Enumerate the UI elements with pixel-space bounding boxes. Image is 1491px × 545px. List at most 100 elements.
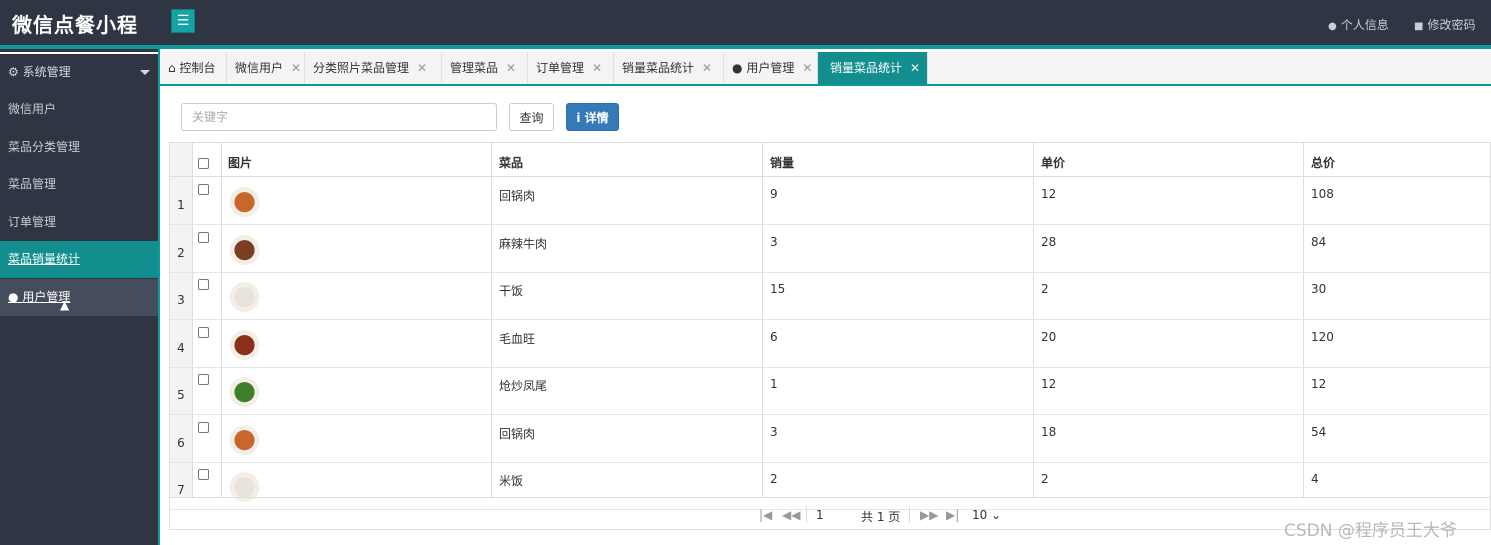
close-icon[interactable]: ✕	[417, 61, 427, 75]
sidebar-item-user-management[interactable]: ● 用户管理	[0, 279, 158, 316]
user-icon: ●	[732, 61, 743, 75]
table-header: 图片 菜品 销量 单价 总价	[170, 143, 1491, 177]
tab-sales-stats-active[interactable]: 销量菜品统计 ✕	[818, 52, 928, 84]
row-number: 2	[177, 245, 185, 260]
gear-icon: ⚙	[8, 65, 19, 79]
mouse-cursor-icon: ▲	[60, 298, 70, 312]
profile-link[interactable]: ● 个人信息	[1328, 16, 1389, 33]
dish-name: 干饭	[499, 284, 524, 298]
unit-price: 2	[1041, 282, 1049, 296]
watermark: CSDN @程序员王大爷	[1284, 521, 1457, 541]
unit-price: 12	[1041, 377, 1057, 391]
close-icon[interactable]: ✕	[702, 61, 712, 75]
table-row[interactable]: 6 回锅肉 3 18 54	[170, 415, 1491, 463]
sales-count: 3	[770, 424, 778, 439]
dish-thumbnail	[228, 184, 261, 217]
total-price: 120	[1311, 329, 1334, 344]
chevron-down-icon	[140, 70, 150, 75]
page-total: 共 1 页	[861, 510, 901, 524]
dish-thumbnail	[228, 231, 261, 265]
keyword-search-input[interactable]	[181, 103, 497, 131]
sales-count: 6	[770, 329, 778, 344]
table-row[interactable]: 5 炝炒凤尾 1 12 12	[170, 367, 1491, 415]
col-header-price[interactable]: 单价	[1041, 143, 1065, 177]
header-accent-bar	[0, 45, 1491, 49]
dish-name: 炝炒凤尾	[499, 379, 548, 393]
tab-manage-dishes[interactable]: 管理菜品 ✕	[442, 52, 528, 84]
close-icon[interactable]: ✕	[506, 61, 516, 75]
tab-orders[interactable]: 订单管理 ✕	[528, 52, 614, 84]
row-number: 6	[177, 435, 185, 450]
change-password-link[interactable]: ■ 修改密码	[1414, 16, 1475, 33]
query-button[interactable]: 查询	[509, 103, 554, 131]
sidebar-item-dish-category[interactable]: 菜品分类管理	[0, 129, 158, 166]
first-page-icon[interactable]: |◀	[759, 508, 772, 522]
sales-count: 9	[770, 187, 778, 201]
dish-thumbnail	[228, 279, 261, 312]
sidebar-item-sales-stats[interactable]: 菜品销量统计	[0, 241, 158, 278]
dish-thumbnail	[228, 421, 261, 455]
top-header: 微信点餐小程 ☰ ● 个人信息 ■ 修改密码	[0, 0, 1491, 45]
last-page-icon[interactable]: ▶|	[946, 508, 959, 522]
chevron-down-icon: ⌄	[991, 508, 1002, 522]
tab-user-management[interactable]: ● 用户管理 ✕	[724, 52, 818, 84]
menu-toggle-icon[interactable]: ☰	[171, 9, 195, 33]
total-price: 30	[1311, 282, 1327, 296]
table-row[interactable]: 3 干饭 15 2 30	[170, 272, 1491, 320]
page-number-input[interactable]	[816, 506, 856, 524]
page-size-select[interactable]: 10 ⌄	[972, 508, 1001, 522]
row-checkbox[interactable]	[198, 374, 209, 385]
dish-name: 毛血旺	[499, 331, 536, 346]
dish-name: 回锅肉	[499, 189, 536, 203]
tab-wechat-users[interactable]: 微信用户 ✕	[227, 52, 305, 84]
row-checkbox[interactable]	[198, 421, 209, 433]
table-row[interactable]: 2 麻辣牛肉 3 28 84	[170, 225, 1491, 273]
row-checkbox[interactable]	[198, 231, 209, 243]
col-header-dish[interactable]: 菜品	[499, 143, 523, 177]
close-icon[interactable]: ✕	[592, 61, 602, 75]
sales-count: 2	[770, 472, 778, 486]
row-checkbox[interactable]	[198, 184, 209, 195]
row-number: 1	[177, 198, 185, 212]
next-page-icon[interactable]: ▶▶	[920, 508, 938, 522]
table-row[interactable]: 1 回锅肉 9 12 108	[170, 177, 1491, 225]
sidebar-item-dish-management[interactable]: 菜品管理	[0, 166, 158, 203]
table-row[interactable]: 4 毛血旺 6 20 120	[170, 320, 1491, 368]
unit-price: 18	[1041, 424, 1057, 439]
tab-category-photo-dishes[interactable]: 分类照片菜品管理 ✕	[305, 52, 442, 84]
row-number: 4	[177, 340, 185, 355]
select-all-checkbox[interactable]	[198, 158, 209, 169]
info-icon: i	[576, 110, 581, 125]
row-checkbox[interactable]	[198, 279, 209, 290]
sidebar-section-system[interactable]: ⚙ 系统管理	[0, 54, 158, 91]
lock-icon: ■	[1414, 21, 1424, 32]
prev-page-icon[interactable]: ◀◀	[782, 508, 800, 522]
row-number: 7	[177, 483, 185, 497]
row-checkbox[interactable]	[198, 326, 209, 338]
total-price: 12	[1311, 377, 1327, 391]
tab-dashboard[interactable]: ⌂ 控制台	[160, 52, 227, 84]
sidebar-edge	[158, 49, 160, 545]
row-number: 5	[177, 388, 185, 402]
sales-table: 图片 菜品 销量 单价 总价 1 回锅肉 9 12 108 2 麻辣牛肉 3 28 84 3 干饭 15…	[169, 142, 1491, 530]
sales-count: 15	[770, 282, 786, 296]
row-number: 3	[177, 293, 185, 307]
col-header-total[interactable]: 总价	[1311, 143, 1335, 177]
sidebar-item-orders[interactable]: 订单管理	[0, 204, 158, 241]
detail-button[interactable]: i 详情	[566, 103, 619, 131]
close-icon[interactable]: ✕	[910, 61, 920, 75]
col-header-sales[interactable]: 销量	[770, 143, 794, 177]
app-brand: 微信点餐小程	[12, 13, 138, 37]
pager-divider	[806, 506, 807, 523]
unit-price: 2	[1041, 472, 1049, 486]
row-checkbox[interactable]	[198, 469, 209, 480]
total-price: 108	[1311, 187, 1334, 201]
tab-sales-stats[interactable]: 销量菜品统计 ✕	[614, 52, 724, 84]
col-header-image[interactable]: 图片	[228, 143, 252, 177]
sidebar-item-wechat-users[interactable]: 微信用户	[0, 91, 158, 128]
dish-name: 米饭	[499, 474, 524, 488]
unit-price: 12	[1041, 187, 1057, 201]
total-price: 4	[1311, 472, 1319, 486]
close-icon[interactable]: ✕	[802, 61, 812, 75]
close-icon[interactable]: ✕	[291, 61, 301, 75]
